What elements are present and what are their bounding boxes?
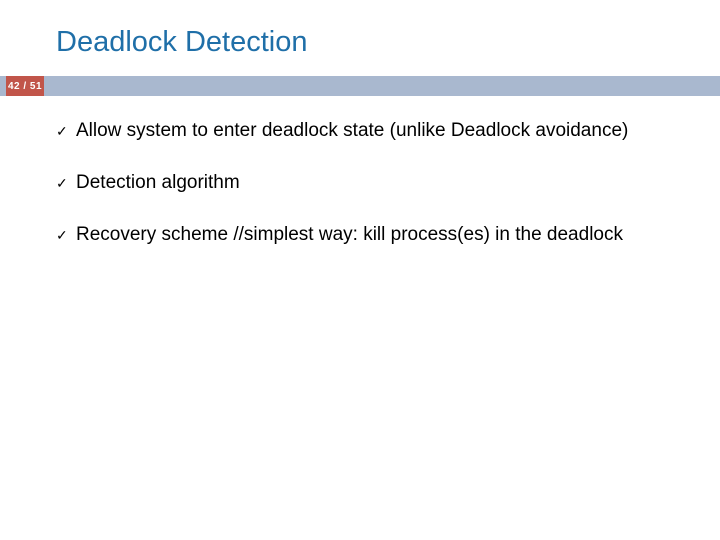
list-item: ✓ Recovery scheme //simplest way: kill p… [56,222,700,248]
bullet-text: Detection algorithm [76,170,700,196]
slide-title: Deadlock Detection [56,26,307,59]
list-item: ✓ Detection algorithm [56,170,700,196]
content-area: ✓ Allow system to enter deadlock state (… [56,118,700,274]
list-item: ✓ Allow system to enter deadlock state (… [56,118,700,144]
bullet-text: Recovery scheme //simplest way: kill pro… [76,222,700,248]
slide: Deadlock Detection 42 / 51 ✓ Allow syste… [0,0,720,540]
bullet-text: Allow system to enter deadlock state (un… [76,118,700,144]
check-icon: ✓ [56,170,76,196]
page-number-badge: 42 / 51 [6,76,44,96]
divider-bar [0,76,720,96]
check-icon: ✓ [56,118,76,144]
check-icon: ✓ [56,222,76,248]
